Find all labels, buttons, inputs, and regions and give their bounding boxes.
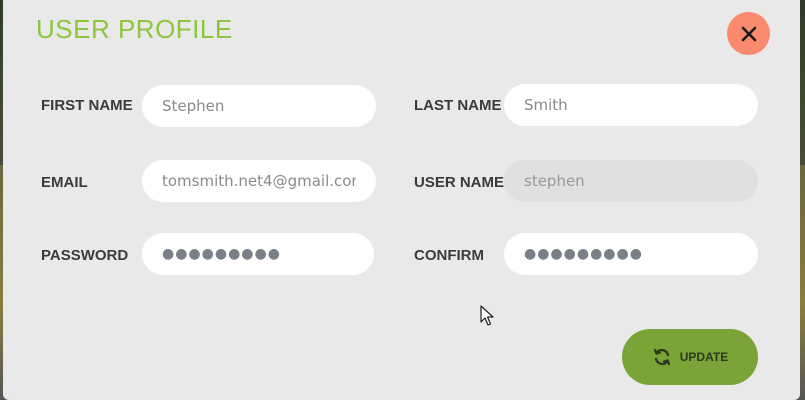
first-name-label: FIRST NAME [41,97,133,114]
email-field[interactable] [142,160,376,202]
user-name-label: USER NAME [414,174,505,191]
mouse-cursor-icon [480,305,494,326]
close-button[interactable] [727,12,770,55]
user-name-field [504,160,758,202]
password-field[interactable] [142,233,374,275]
first-name-field[interactable] [142,85,376,127]
last-name-label: LAST NAME [414,97,502,114]
user-profile-modal: USER PROFILE FIRST NAME LAST NAME EMAIL … [3,0,800,400]
email-label: EMAIL [41,174,88,191]
confirm-field[interactable] [504,233,758,275]
close-icon [741,26,756,41]
confirm-label: CONFIRM [414,247,484,264]
password-label: PASSWORD [41,247,129,264]
refresh-icon [653,348,670,366]
last-name-field[interactable] [504,84,758,126]
modal-title: USER PROFILE [36,14,233,44]
update-button-label: UPDATE [679,350,729,364]
update-button[interactable]: UPDATE [622,329,758,385]
